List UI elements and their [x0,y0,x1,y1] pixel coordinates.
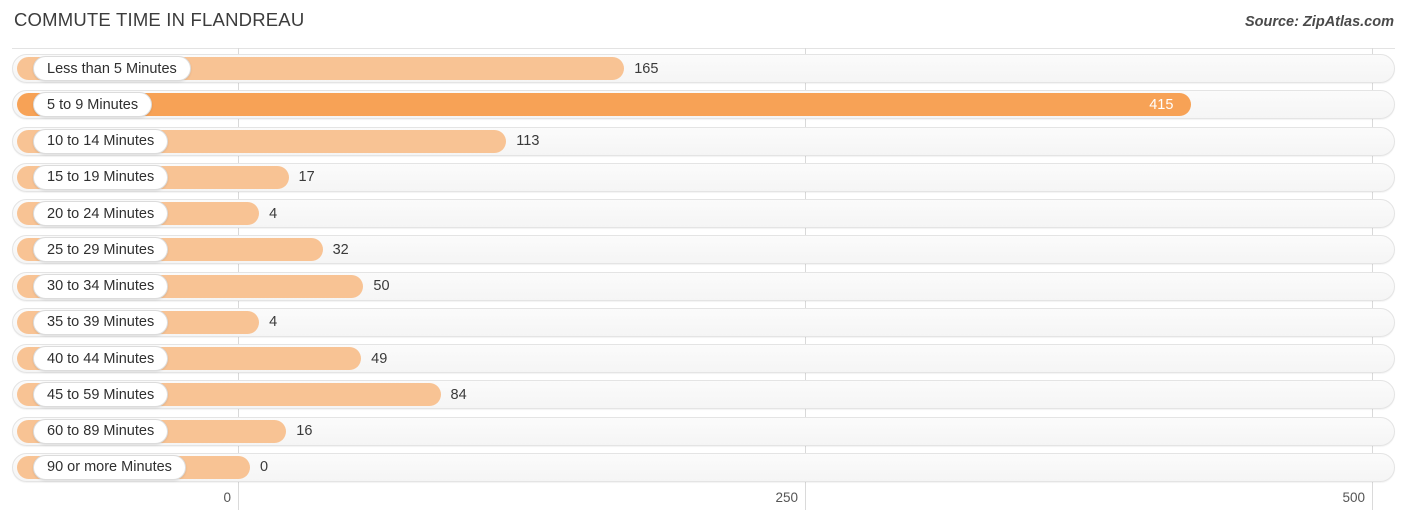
bar-value-label: 415 [1149,96,1174,113]
bar-value-label: 4 [269,314,278,331]
bar[interactable] [17,93,1192,117]
bar-value-label: 17 [298,169,315,186]
page-title: COMMUTE TIME IN FLANDREAU [14,9,305,30]
bar-category-label: 5 to 9 Minutes [33,92,153,118]
bar-value-label: 16 [296,423,313,440]
bar-category-label: 30 to 34 Minutes [33,273,169,299]
bar-row[interactable]: 30 to 34 Minutes 50 [0,271,1406,302]
bar-row[interactable]: 40 to 44 Minutes 49 [0,344,1406,374]
bar-category-label: 25 to 29 Minutes [33,237,169,263]
bar-row[interactable]: 45 to 59 Minutes 84 [0,380,1406,410]
x-axis: 0 250 500 [0,488,1406,522]
bar-value-label: 32 [332,241,349,258]
bar-row[interactable]: 20 to 24 Minutes 4 [0,199,1406,229]
bar-value-label: 50 [373,278,390,295]
bar-row[interactable]: 90 or more Minutes 0 [0,452,1406,483]
bar-value-label: 4 [269,205,278,222]
axis-tick-250 [805,488,806,510]
bar-category-label: 45 to 59 Minutes [33,382,169,408]
axis-tick-0 [238,488,239,510]
source-attribution: Source: ZipAtlas.com [1244,14,1394,30]
bar-row[interactable]: 10 to 14 Minutes 113 [0,126,1406,157]
axis-tick-label: 0 [223,490,231,505]
chart-root: COMMUTE TIME IN FLANDREAU Source: ZipAtl… [0,0,1406,522]
bar-category-label: 35 to 39 Minutes [33,309,169,335]
bar-category-label: 10 to 14 Minutes [33,128,169,154]
bar-value-label: 113 [516,133,540,150]
bar-category-label: Less than 5 Minutes [33,56,191,81]
bar-row[interactable]: 60 to 89 Minutes 16 [0,416,1406,447]
bar-row[interactable]: 35 to 39 Minutes 4 [0,307,1406,338]
bar-category-label: 60 to 89 Minutes [33,418,169,444]
bar-category-label: 20 to 24 Minutes [33,201,169,227]
bar-row[interactable]: 25 to 29 Minutes 32 [0,235,1406,265]
bar-category-label: 90 or more Minutes [33,454,186,480]
axis-tick-label: 250 [775,490,798,505]
bar-value-label: 49 [371,350,388,367]
axis-tick-label: 500 [1342,490,1365,505]
bar-category-label: 15 to 19 Minutes [33,164,169,190]
bar-value-label: 165 [634,60,659,77]
bar-row[interactable]: 5 to 9 Minutes 415 [0,90,1406,120]
axis-tick-500 [1372,488,1373,510]
bar-row[interactable]: Less than 5 Minutes 165 [0,54,1406,84]
bar-value-label: 0 [260,459,269,476]
bar-category-label: 40 to 44 Minutes [33,346,169,372]
bar-row[interactable]: 15 to 19 Minutes 17 [0,162,1406,193]
plot-area: Less than 5 Minutes 165 5 to 9 Minutes 415 1… [0,48,1406,488]
bar-value-label: 84 [450,386,467,403]
plot-top-border [12,48,1395,49]
